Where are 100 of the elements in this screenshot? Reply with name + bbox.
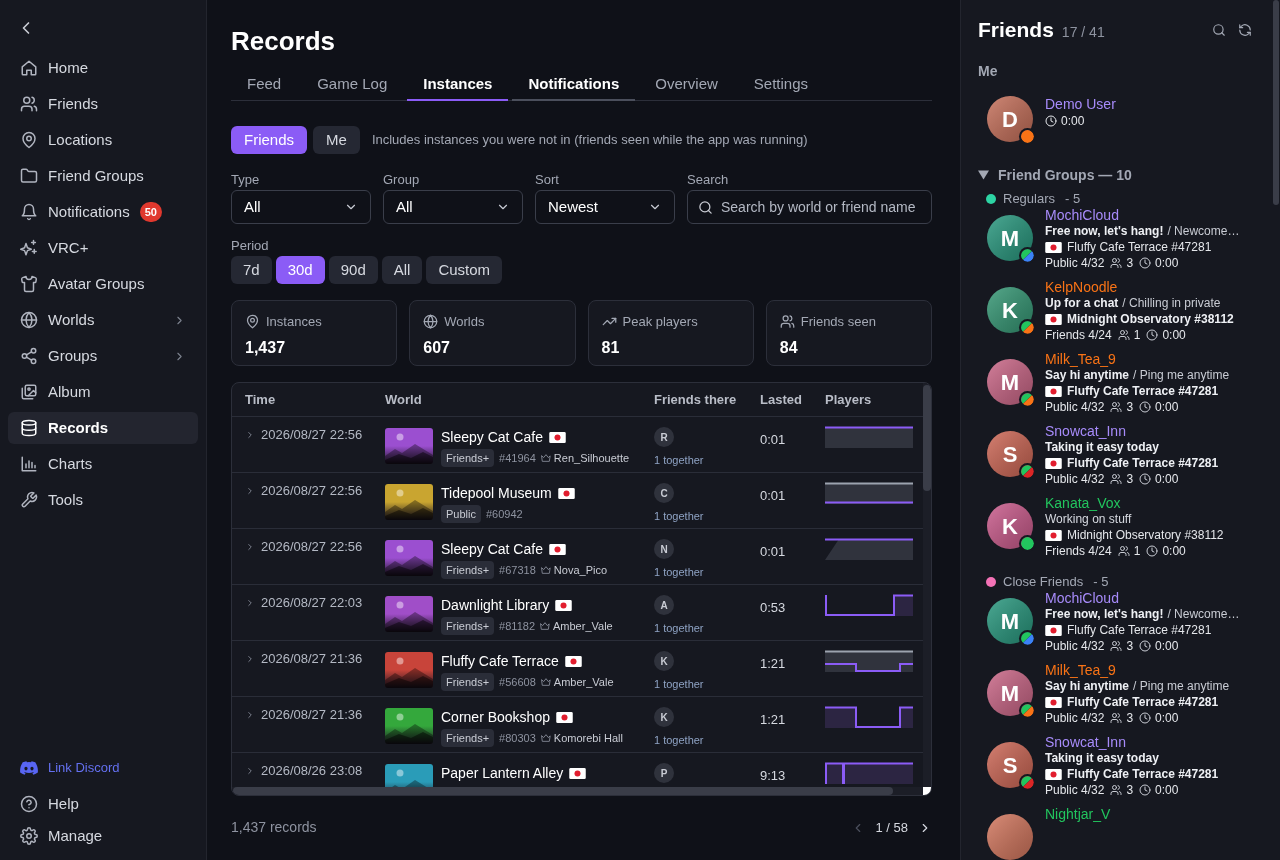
location-name[interactable]: Fluffy Cafe Terrace #47281 (1067, 455, 1219, 471)
world-name: Corner Bookshop (441, 707, 550, 727)
avatar[interactable]: K (987, 503, 1033, 549)
globe-icon (20, 311, 38, 329)
tab[interactable]: Instances (407, 70, 509, 101)
friend-avatar[interactable]: P (654, 763, 674, 783)
friend-name[interactable]: Snowcat_Inn (1045, 734, 1219, 750)
sidebar-item[interactable]: Tools (8, 484, 198, 516)
avatar[interactable]: K (987, 287, 1033, 333)
stat-label: Instances (266, 313, 322, 331)
flag-icon (1045, 241, 1062, 253)
together-count: 1 together (654, 565, 704, 580)
period-button[interactable]: 30d (275, 256, 325, 284)
sidebar-item[interactable]: Album (8, 376, 198, 408)
people-icon (1110, 473, 1123, 485)
friend-name[interactable]: MochiCloud (1045, 590, 1240, 606)
friend-name[interactable]: Snowcat_Inn (1045, 423, 1219, 439)
scrollbar-thumb[interactable] (1273, 0, 1279, 205)
search-field[interactable]: Search by world or friend name (687, 190, 932, 224)
tab[interactable]: Game Log (301, 70, 404, 101)
sidebar-item[interactable]: Manage (8, 820, 198, 852)
friend-avatar[interactable]: C (654, 483, 674, 503)
caret-down-icon[interactable] (978, 170, 989, 180)
sidebar-item[interactable]: Records (8, 412, 198, 444)
friend-name[interactable]: KelpNoodle (1045, 279, 1234, 295)
refresh-icon[interactable] (1238, 23, 1252, 37)
avatar[interactable]: S (987, 742, 1033, 788)
status-message: Taking it easy today (1045, 439, 1159, 455)
friend-avatar[interactable]: A (654, 595, 674, 615)
period-button[interactable]: 90d (328, 256, 378, 284)
avatar[interactable]: S (987, 431, 1033, 477)
friend-avatar[interactable]: K (654, 651, 674, 671)
friend-avatar[interactable]: K (654, 707, 674, 727)
timestamp: 2026/08/27 21:36 (261, 707, 363, 723)
friend-name[interactable]: Nightjar_V (1045, 806, 1111, 822)
friends-in-instance: 3 (1126, 782, 1134, 798)
stat-label: Peak players (622, 313, 698, 331)
friend-name[interactable]: Kanata_Vox (1045, 495, 1224, 511)
bar-chart-icon (20, 455, 38, 473)
location-name[interactable]: Fluffy Cafe Terrace #47281 (1067, 622, 1212, 638)
friend-avatar[interactable]: R (654, 427, 674, 447)
location-name[interactable]: Midnight Observatory #38112 (1067, 311, 1234, 327)
tab[interactable]: Feed (231, 70, 298, 101)
wrench-icon (20, 491, 38, 509)
world-name: Dawnlight Library (441, 595, 550, 615)
sidebar-item[interactable]: Avatar Groups (8, 268, 198, 300)
instance-access: Friends 4/24 (1045, 543, 1112, 559)
avatar[interactable] (987, 814, 1033, 860)
instance-access: Public 4/32 (1045, 399, 1105, 415)
stat-label: Worlds (444, 313, 485, 331)
dropdown[interactable]: Newest (535, 190, 675, 224)
friend-name[interactable]: MochiCloud (1045, 207, 1240, 223)
avatar[interactable]: M (987, 670, 1033, 716)
sidebar-item[interactable]: Home (8, 52, 198, 84)
group-section-header[interactable]: Friend Groups — 10 (998, 166, 1132, 184)
sidebar-item[interactable]: Worlds (8, 304, 198, 336)
bell-icon (20, 203, 38, 221)
sidebar-item[interactable]: Notifications 50 (8, 196, 198, 228)
dropdown[interactable]: All (231, 190, 371, 224)
access-tag: Friends+ (441, 449, 495, 467)
link[interactable]: Link Discord (8, 752, 198, 784)
dropdown[interactable]: All (383, 190, 523, 224)
flag-icon (1045, 624, 1062, 636)
tab[interactable]: Notifications (512, 70, 636, 101)
sidebar-item[interactable]: Charts (8, 448, 198, 480)
group-name[interactable]: Regulars (1003, 191, 1056, 207)
group-name[interactable]: Close Friends (1003, 574, 1084, 590)
section-label: Me (978, 62, 999, 80)
friend-name[interactable]: Milk_Tea_9 (1045, 351, 1230, 367)
sidebar-item[interactable]: Groups (8, 340, 198, 372)
location-name[interactable]: Midnight Observatory #38112 (1067, 527, 1224, 543)
avatar[interactable]: M (987, 215, 1033, 261)
tab[interactable]: Overview (639, 70, 734, 101)
location-name[interactable]: Fluffy Cafe Terrace #47281 (1067, 694, 1219, 710)
avatar[interactable]: M (987, 359, 1033, 405)
location-name[interactable]: Fluffy Cafe Terrace #47281 (1067, 383, 1219, 399)
search-icon[interactable] (1212, 23, 1226, 37)
segment-button[interactable]: Me (313, 126, 360, 154)
people-icon (20, 95, 38, 113)
scrollbar-thumb[interactable] (923, 385, 931, 491)
scrollbar-thumb[interactable] (233, 787, 893, 795)
flag-icon (548, 431, 566, 443)
avatar[interactable]: M (987, 598, 1033, 644)
sidebar-item[interactable]: Friend Groups (8, 160, 198, 192)
location-name[interactable]: Fluffy Cafe Terrace #47281 (1067, 239, 1212, 255)
period-button[interactable]: Custom (426, 256, 503, 284)
period-button[interactable]: All (381, 256, 423, 284)
avatar[interactable]: D (987, 96, 1033, 142)
segment-button[interactable]: Friends (231, 126, 308, 154)
friend-name[interactable]: Milk_Tea_9 (1045, 662, 1230, 678)
location-name[interactable]: Fluffy Cafe Terrace #47281 (1067, 766, 1219, 782)
sidebar-item[interactable]: Help (8, 788, 198, 820)
friend-avatar[interactable]: N (654, 539, 674, 559)
friend-name[interactable]: Demo User (1045, 95, 1116, 113)
period-button[interactable]: 7d (231, 256, 272, 284)
instance-access: Public 4/32 (1045, 638, 1105, 654)
sidebar-item[interactable]: VRC+ (8, 232, 198, 264)
tab[interactable]: Settings (737, 70, 824, 101)
sidebar-item[interactable]: Friends (8, 88, 198, 120)
sidebar-item[interactable]: Locations (8, 124, 198, 156)
